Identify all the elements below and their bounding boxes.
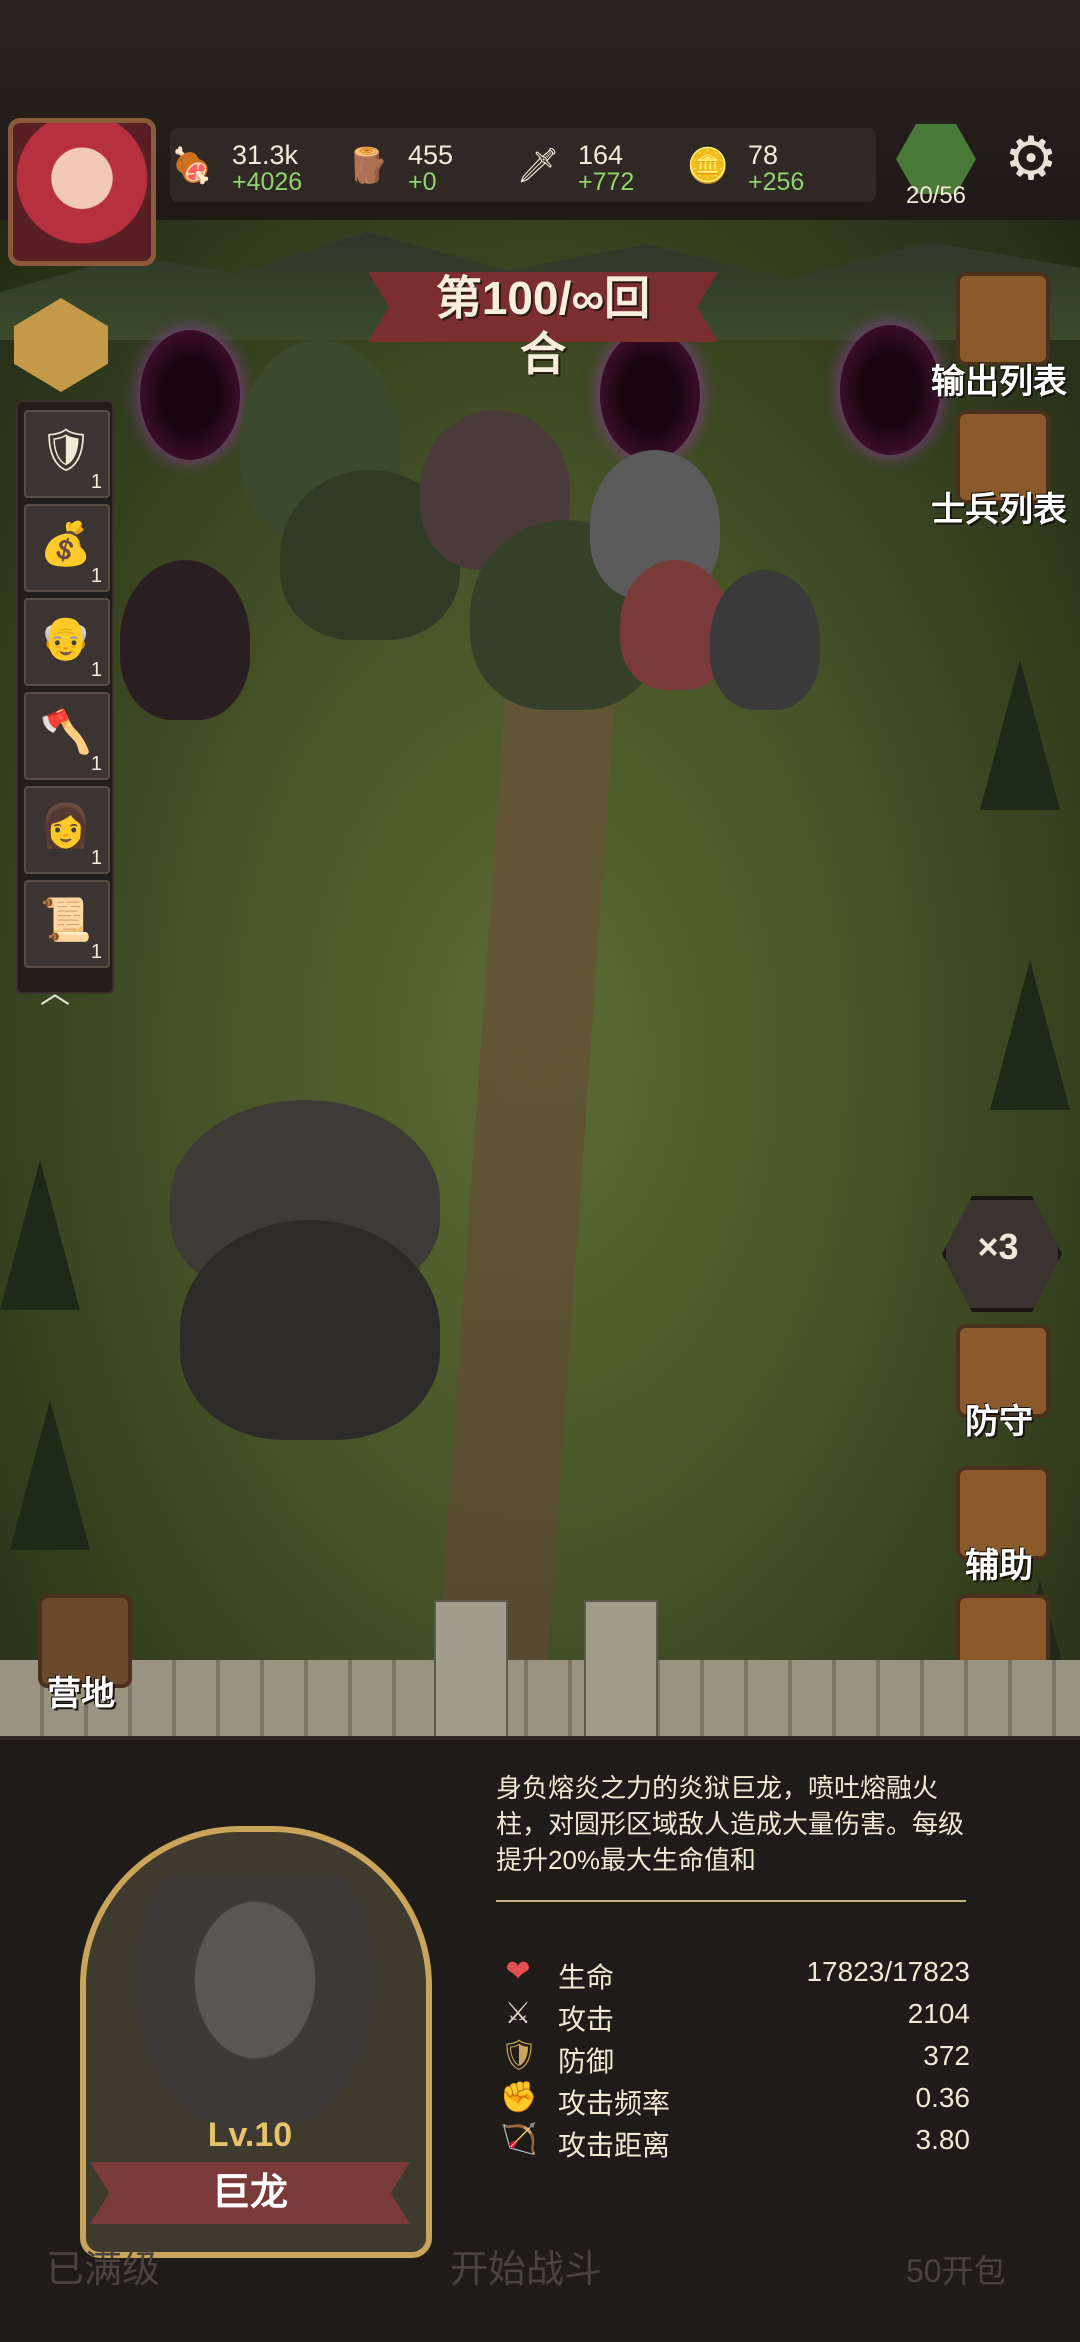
wave-title-line2: 合 xyxy=(520,328,566,380)
axe-icon: 🪓 xyxy=(39,708,93,755)
scroll-icon: 📜 xyxy=(39,896,93,943)
stat-attack: ⚔ 攻击 2104 xyxy=(500,1996,970,2036)
wave-title-line1: 第100/∞回 xyxy=(435,272,651,324)
defense-button[interactable]: 防守 xyxy=(934,1324,1064,1444)
buff-slot[interactable]: 👴 1 xyxy=(24,598,110,686)
stat-value: 17823/17823 xyxy=(806,1956,970,1987)
buff-slot[interactable]: 👩 1 xyxy=(24,786,110,874)
resource-amount: 164 xyxy=(578,140,624,170)
soldier-list-button[interactable]: 士兵列表 xyxy=(931,410,1067,540)
buff-count: 1 xyxy=(90,471,102,493)
stat-label: 攻击 xyxy=(558,2004,615,2035)
buff-count: 1 xyxy=(90,753,102,775)
camp-label: 营地 xyxy=(47,1675,115,1713)
stat-value: 2104 xyxy=(907,1998,970,2029)
output-list-button[interactable]: 输出列表 xyxy=(931,272,1067,402)
enemy-goblin[interactable] xyxy=(710,570,820,710)
pine-tree xyxy=(980,660,1060,810)
resource-delta: +0 xyxy=(408,168,437,196)
support-button[interactable]: 辅助 xyxy=(934,1466,1064,1586)
resource-delta: +256 xyxy=(748,168,805,196)
chevron-up-icon[interactable]: ︿ xyxy=(40,968,70,1012)
defense-label: 防守 xyxy=(965,1403,1033,1441)
buff-list: 🛡 1 💰 1 👴 1 🪓 1 👩 1 📜 1 xyxy=(16,400,114,994)
unit-card[interactable]: Lv.10 巨龙 xyxy=(40,1786,460,2286)
wall-tower xyxy=(584,1600,658,1744)
player-avatar[interactable] xyxy=(8,118,156,266)
buff-count: 1 xyxy=(90,565,102,587)
money-bag-icon: 💰 xyxy=(39,520,93,567)
sword-emblem-icon xyxy=(14,298,108,392)
output-list-label: 输出列表 xyxy=(931,363,1067,401)
lady-icon: 👩 xyxy=(39,802,93,849)
buff-count: 1 xyxy=(90,659,102,681)
camp-button[interactable]: 营地 xyxy=(16,1594,146,1714)
buff-slot[interactable]: 📜 1 xyxy=(24,880,110,968)
wall-tower xyxy=(434,1600,508,1744)
buff-slot[interactable]: 🪓 1 xyxy=(24,692,110,780)
fist-icon: ✊ xyxy=(500,2081,538,2114)
skill-emblem-button[interactable] xyxy=(8,292,114,398)
buff-slot[interactable]: 💰 1 xyxy=(24,504,110,592)
wood-icon: 🪵 xyxy=(346,147,390,185)
sword-icon: 🗡 xyxy=(516,147,560,185)
buff-count: 1 xyxy=(90,941,102,963)
bar-chart-icon xyxy=(956,272,1050,366)
player-dragon[interactable] xyxy=(180,1220,440,1440)
sword-icon: ⚔ xyxy=(504,1997,532,2030)
range-icon: 🏹 xyxy=(500,2123,538,2156)
stat-range: 🏹 攻击距离 3.80 xyxy=(500,2122,970,2162)
stat-value: 0.36 xyxy=(915,2082,971,2113)
buff-count: 1 xyxy=(90,847,102,869)
stat-label: 防御 xyxy=(558,2046,615,2077)
gear-icon[interactable]: ⚙ xyxy=(996,124,1066,194)
ornament-divider xyxy=(496,1900,966,1924)
shield-badge-icon: 🛡 xyxy=(39,426,93,473)
unit-level: Lv.10 xyxy=(207,2116,293,2154)
troop-count-button[interactable]: 20/56 xyxy=(888,122,984,218)
resource-delta: +4026 xyxy=(232,168,303,196)
dirt-path xyxy=(428,600,622,1740)
unit-description: 身负熔炎之力的炎狱巨龙，喷吐熔融火柱，对圆形区域敌人造成大量伤害。每级提升20%… xyxy=(496,1773,965,1875)
resource-amount: 78 xyxy=(748,140,779,170)
wave-banner: 第100/∞回 合 xyxy=(368,262,718,382)
pine-tree xyxy=(990,960,1070,1110)
support-label: 辅助 xyxy=(965,1547,1033,1585)
stat-label: 攻击距离 xyxy=(558,2130,671,2161)
heart-icon: ❤ xyxy=(505,1955,531,1988)
stat-label: 生命 xyxy=(558,1962,615,1993)
resource-amount: 31.3k xyxy=(232,140,299,170)
dark-portal xyxy=(140,330,240,460)
speed-label: ×3 xyxy=(977,1226,1019,1267)
stat-label: 攻击频率 xyxy=(558,2088,671,2119)
coin-icon: 🪙 xyxy=(686,147,730,185)
open-pack-button[interactable]: 50开包 xyxy=(906,2246,1006,2292)
stat-hp: ❤ 生命 17823/17823 xyxy=(500,1954,970,1994)
pine-tree xyxy=(0,1160,80,1310)
stat-value: 372 xyxy=(923,2040,970,2071)
wave-title: 第100/∞回 合 xyxy=(368,270,718,382)
meat-icon: 🍖 xyxy=(170,147,214,185)
max-level-label: 已满级 xyxy=(46,2249,161,2291)
pine-tree xyxy=(10,1400,90,1550)
troop-count: 20/56 xyxy=(905,182,967,209)
enemy-demon[interactable] xyxy=(120,560,250,720)
resource-amount: 455 xyxy=(408,140,454,170)
resource-delta: +772 xyxy=(578,168,635,196)
buff-slot[interactable]: 🛡 1 xyxy=(24,410,110,498)
shield-icon: 🛡 xyxy=(500,2039,539,2072)
resource-bar: 🍖 31.3k +4026 🪵 455 +0 🗡 164 +772 🪙 78 +… xyxy=(170,128,876,202)
stat-defense: 🛡 防御 372 xyxy=(500,2038,970,2078)
unit-name: 巨龙 xyxy=(211,2172,288,2214)
soldier-list-label: 士兵列表 xyxy=(931,491,1067,529)
stat-value: 3.80 xyxy=(915,2124,971,2155)
battlefield xyxy=(0,220,1080,1740)
start-battle-button[interactable]: 开始战斗 xyxy=(450,2238,602,2293)
dragon-portrait xyxy=(135,1876,375,2136)
stat-attack-speed: ✊ 攻击频率 0.36 xyxy=(500,2080,970,2120)
old-man-icon: 👴 xyxy=(39,614,93,661)
